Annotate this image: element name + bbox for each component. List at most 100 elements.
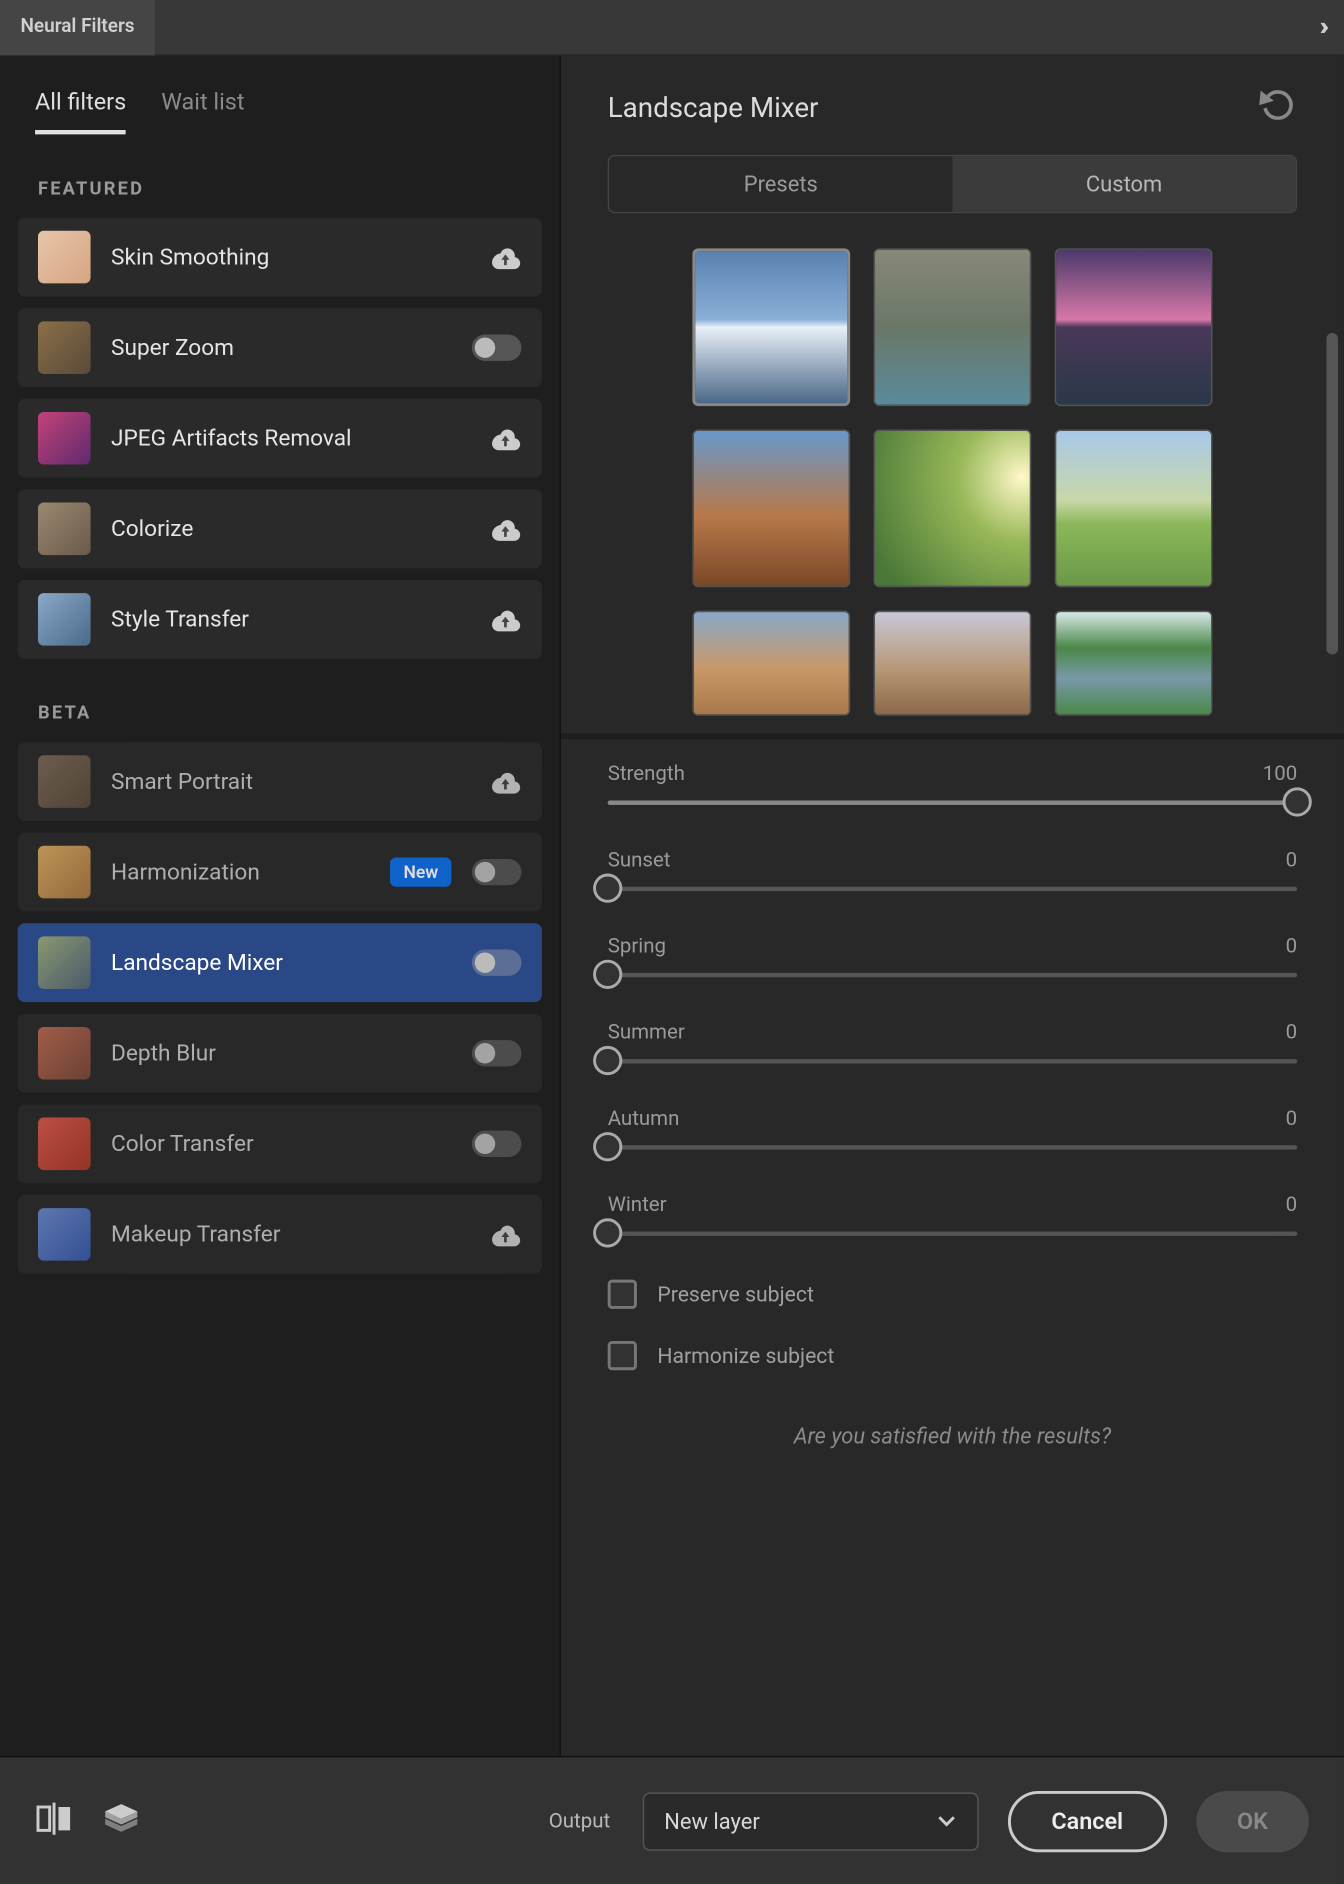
preset-thumb[interactable] — [692, 429, 850, 587]
slider-knob[interactable] — [1283, 787, 1312, 816]
badge-new: New — [390, 857, 451, 886]
slider-track[interactable] — [608, 1145, 1297, 1149]
filter-label: Depth Blur — [111, 1040, 451, 1066]
filter-label: Skin Smoothing — [111, 244, 469, 270]
filter-toggle[interactable] — [472, 1131, 522, 1157]
ok-button[interactable]: OK — [1196, 1790, 1309, 1851]
slider-winter: Winter0 — [608, 1193, 1297, 1235]
filter-depth-blur[interactable]: Depth Blur — [18, 1014, 542, 1093]
checkbox-row[interactable]: Harmonize subject — [608, 1341, 1297, 1370]
filter-color-transfer[interactable]: Color Transfer — [18, 1104, 542, 1183]
cloud-download-icon[interactable] — [489, 244, 521, 270]
slider-value: 0 — [1286, 1021, 1298, 1044]
slider-label: Sunset — [608, 849, 671, 872]
slider-track[interactable] — [608, 1059, 1297, 1063]
filter-label: Color Transfer — [111, 1131, 451, 1157]
checkbox[interactable] — [608, 1341, 637, 1370]
scrollbar-thumb[interactable] — [1326, 333, 1338, 654]
slider-value: 0 — [1286, 849, 1298, 872]
tab-wait-list[interactable]: Wait list — [161, 88, 244, 135]
preset-thumb[interactable] — [874, 248, 1032, 406]
filter-label: Smart Portrait — [111, 768, 469, 794]
slider-knob[interactable] — [593, 960, 622, 989]
filter-smart-portrait[interactable]: Smart Portrait — [18, 742, 542, 821]
filter-thumb — [38, 412, 91, 465]
slider-strength: Strength100 — [608, 763, 1297, 805]
segment-presets[interactable]: Presets — [609, 156, 952, 212]
filter-jpeg-artifacts[interactable]: JPEG Artifacts Removal — [18, 399, 542, 478]
presets-custom-segment: Presets Custom — [608, 155, 1297, 213]
checkbox[interactable] — [608, 1280, 637, 1309]
cloud-download-icon[interactable] — [489, 425, 521, 451]
panel-header: Neural Filters ›› — [0, 0, 1344, 56]
filter-thumb — [38, 593, 91, 646]
filter-label: Super Zoom — [111, 335, 451, 361]
slider-track[interactable] — [608, 973, 1297, 977]
cancel-button[interactable]: Cancel — [1008, 1790, 1167, 1851]
slider-track[interactable] — [608, 801, 1297, 805]
slider-autumn: Autumn0 — [608, 1107, 1297, 1149]
filter-thumb — [38, 1027, 91, 1080]
filter-makeup-transfer[interactable]: Makeup Transfer — [18, 1195, 542, 1274]
slider-label: Spring — [608, 935, 666, 958]
survey-prompt: Are you satisfied with the results? — [608, 1402, 1297, 1452]
filter-toggle[interactable] — [472, 859, 522, 885]
preset-thumb[interactable] — [874, 611, 1032, 716]
cloud-download-icon[interactable] — [489, 768, 521, 794]
filter-style-transfer[interactable]: Style Transfer — [18, 580, 542, 659]
cloud-download-icon[interactable] — [489, 516, 521, 542]
filter-landscape-mixer[interactable]: Landscape Mixer — [18, 923, 542, 1002]
section-beta: BETA — [0, 659, 559, 742]
compare-icon[interactable] — [35, 1799, 73, 1843]
slider-knob[interactable] — [593, 1218, 622, 1247]
slider-knob[interactable] — [593, 1046, 622, 1075]
content-title: Landscape Mixer — [608, 90, 819, 124]
preset-thumb[interactable] — [1055, 248, 1213, 406]
filter-label: Makeup Transfer — [111, 1221, 469, 1247]
reset-icon[interactable] — [1256, 88, 1297, 126]
filter-toggle[interactable] — [472, 1040, 522, 1066]
slider-sunset: Sunset 0 — [608, 849, 1297, 891]
panel-tab-neural-filters[interactable]: Neural Filters — [0, 0, 155, 55]
checkbox-label: Harmonize subject — [657, 1343, 834, 1368]
chevron-down-icon — [936, 1808, 956, 1834]
checkbox-label: Preserve subject — [657, 1282, 814, 1307]
slider-knob[interactable] — [593, 1132, 622, 1161]
slider-track[interactable] — [608, 887, 1297, 891]
filter-label: Style Transfer — [111, 606, 469, 632]
cloud-download-icon[interactable] — [489, 1221, 521, 1247]
filter-label: Harmonization — [111, 859, 370, 885]
filter-label: Landscape Mixer — [111, 950, 451, 976]
output-label: Output — [549, 1809, 610, 1832]
cloud-download-icon[interactable] — [489, 606, 521, 632]
preset-thumb[interactable] — [1055, 429, 1213, 587]
checkbox-row[interactable]: Preserve subject — [608, 1280, 1297, 1309]
section-featured: FEATURED — [0, 134, 559, 217]
filter-thumb — [38, 321, 91, 374]
filter-toggle[interactable] — [472, 335, 522, 361]
slider-knob[interactable] — [593, 874, 622, 903]
preset-thumb[interactable] — [692, 248, 850, 406]
filters-sidebar: All filters Wait list FEATURED Skin Smoo… — [0, 56, 561, 1756]
filter-toggle[interactable] — [472, 950, 522, 976]
filter-thumb — [38, 1118, 91, 1171]
preset-thumb[interactable] — [1055, 611, 1213, 716]
slider-label: Summer — [608, 1021, 685, 1044]
filter-content: Landscape Mixer Presets Custom Strength1… — [561, 56, 1344, 1756]
output-select[interactable]: New layer — [642, 1792, 978, 1850]
preset-thumb[interactable] — [874, 429, 1032, 587]
segment-custom[interactable]: Custom — [952, 156, 1295, 212]
filter-thumb — [38, 1208, 91, 1261]
slider-label: Strength — [608, 763, 685, 786]
expand-icon[interactable]: ›› — [1319, 12, 1344, 43]
tab-all-filters[interactable]: All filters — [35, 88, 126, 135]
filter-super-zoom[interactable]: Super Zoom — [18, 308, 542, 387]
filter-colorize[interactable]: Colorize — [18, 489, 542, 568]
layers-icon[interactable] — [102, 1799, 140, 1843]
slider-summer: Summer 0 — [608, 1021, 1297, 1063]
filter-harmonization[interactable]: Harmonization New — [18, 833, 542, 912]
preset-grid — [561, 213, 1344, 716]
slider-track[interactable] — [608, 1231, 1297, 1235]
preset-thumb[interactable] — [692, 611, 850, 716]
filter-skin-smoothing[interactable]: Skin Smoothing — [18, 218, 542, 297]
